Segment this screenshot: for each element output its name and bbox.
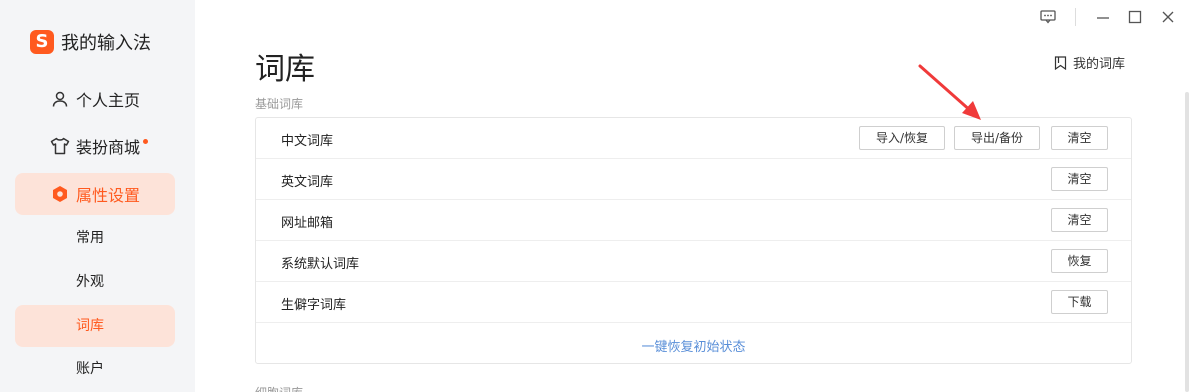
section-basic-dictionary: 基础词库 [255, 97, 304, 111]
list-item: 中文词库 导入/恢复 导出/备份 清空 [256, 118, 1131, 159]
sidebar: S 我的输入法 个人主页 装扮商城 属性设置 常用 外观 词库 账户 [0, 0, 195, 392]
new-badge-dot [143, 138, 149, 144]
list-item: 网址邮箱 清空 [256, 200, 1131, 241]
app-brand: S 我的输入法 [30, 29, 151, 55]
sidebar-item-label: 个人主页 [76, 91, 141, 110]
row-label: 生僻字词库 [281, 298, 347, 313]
list-item: 系统默认词库 恢复 [256, 241, 1131, 282]
download-button[interactable]: 下载 [1051, 290, 1108, 314]
bookmark-icon [1054, 55, 1067, 70]
close-icon[interactable] [1159, 8, 1177, 26]
sidebar-subitem-appearance[interactable]: 外观 [15, 261, 175, 303]
sidebar-item-settings[interactable]: 属性设置 [15, 173, 175, 215]
list-item: 英文词库 清空 [256, 159, 1131, 200]
my-library-label: 我的词库 [1073, 57, 1126, 72]
sidebar-subitem-account[interactable]: 账户 [15, 348, 175, 390]
minimize-icon[interactable] [1094, 8, 1112, 26]
settings-hexagon-icon [50, 184, 70, 204]
row-label: 中文词库 [281, 134, 334, 149]
window-controls-divider [1075, 8, 1076, 26]
export-backup-button[interactable]: 导出/备份 [954, 126, 1040, 150]
clear-button[interactable]: 清空 [1051, 167, 1108, 191]
app-name: 我的输入法 [61, 33, 151, 54]
reset-to-default-link[interactable]: 一键恢复初始状态 [256, 336, 1131, 355]
clear-button[interactable]: 清空 [1051, 208, 1108, 232]
page-title: 词库 [255, 52, 315, 87]
app-logo-icon: S [30, 30, 54, 54]
row-label: 网址邮箱 [281, 216, 334, 231]
import-restore-button[interactable]: 导入/恢复 [859, 126, 945, 150]
restore-button[interactable]: 恢复 [1051, 249, 1108, 273]
tshirt-icon [50, 136, 70, 156]
sidebar-item-label: 属性设置 [76, 186, 141, 205]
list-item: 生僻字词库 下载 [256, 282, 1131, 323]
my-library-link[interactable]: 我的词库 [1054, 53, 1125, 72]
sidebar-subitem-general[interactable]: 常用 [15, 217, 175, 259]
sidebar-subitem-dictionary[interactable]: 词库 [15, 305, 175, 347]
sidebar-item-label: 装扮商城 [76, 138, 141, 157]
section-cell-dictionary: 细胞词库 [255, 384, 303, 392]
sidebar-item-profile[interactable]: 个人主页 [15, 78, 175, 120]
row-label: 英文词库 [281, 175, 334, 190]
person-icon [50, 89, 70, 109]
row-label: 系统默认词库 [281, 257, 360, 272]
maximize-icon[interactable] [1126, 8, 1144, 26]
clear-button[interactable]: 清空 [1051, 126, 1108, 150]
sidebar-item-skin-store[interactable]: 装扮商城 [15, 125, 175, 167]
basic-dictionary-card: 中文词库 导入/恢复 导出/备份 清空 英文词库 清空 网址邮箱 清空 系统默认… [255, 117, 1132, 364]
scrollbar[interactable] [1185, 92, 1189, 392]
feedback-icon[interactable] [1039, 8, 1057, 26]
